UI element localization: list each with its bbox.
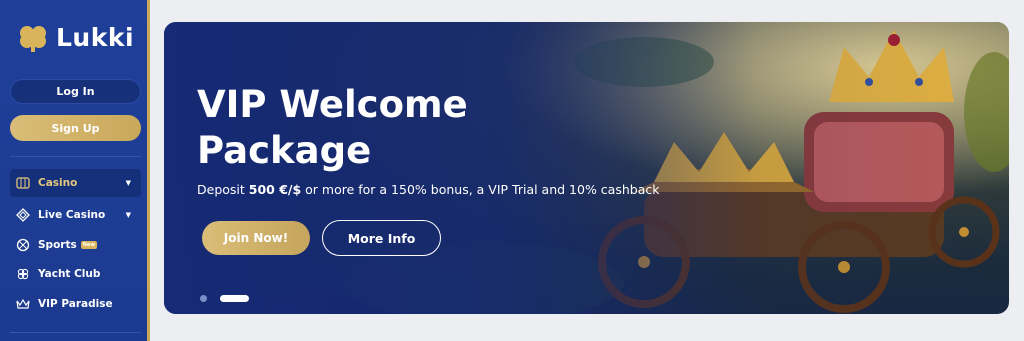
sidebar-item-label: Casino (38, 177, 78, 189)
subtitle-amount: 500 €/$ (248, 182, 302, 197)
carousel-dot[interactable] (200, 295, 207, 302)
signup-button[interactable]: Sign Up (10, 115, 141, 141)
sidebar-item-vip-paradise[interactable]: VIP Paradise (10, 290, 141, 318)
clover-logo-icon (20, 26, 46, 52)
sidebar-divider (10, 156, 141, 157)
hero-subtitle: Deposit 500 €/$ or more for a 150% bonus… (197, 182, 659, 197)
diamond-icon (16, 208, 30, 222)
sidebar-item-label: Live Casino (38, 209, 106, 221)
carousel-dot-active[interactable] (220, 295, 249, 302)
slot-machine-icon (16, 176, 30, 190)
sidebar-divider (10, 332, 141, 333)
clover-icon (16, 267, 30, 281)
new-badge: New (80, 241, 97, 249)
sidebar-item-yacht-club[interactable]: Yacht Club (10, 260, 141, 288)
hero-title: VIP Welcome Package (197, 83, 468, 172)
subtitle-prefix: Deposit (197, 182, 249, 197)
sidebar-item-sports[interactable]: Sports New (10, 231, 141, 259)
sidebar: Lukki Log In Sign Up Casino ▼ Live Casin… (0, 0, 150, 341)
crown-icon (16, 297, 30, 311)
login-button[interactable]: Log In (10, 79, 141, 104)
join-now-button[interactable]: Join Now! (202, 221, 310, 255)
chevron-down-icon: ▼ (125, 179, 131, 187)
hero-banner[interactable]: VIP Welcome Package Deposit 500 €/$ or m… (164, 22, 1009, 314)
sidebar-item-live-casino[interactable]: Live Casino ▼ (10, 201, 141, 229)
chevron-down-icon: ▼ (125, 211, 131, 219)
sidebar-item-label: Sports (38, 239, 77, 251)
sidebar-item-label: Yacht Club (38, 268, 101, 280)
sidebar-item-casino[interactable]: Casino ▼ (10, 169, 141, 197)
sidebar-item-label: VIP Paradise (38, 298, 113, 310)
subtitle-suffix: or more for a 150% bonus, a VIP Trial an… (301, 182, 660, 197)
more-info-button[interactable]: More Info (322, 220, 441, 256)
brand-logo[interactable]: Lukki (16, 22, 134, 52)
ball-icon (16, 238, 30, 252)
brand-name: Lukki (56, 22, 135, 52)
